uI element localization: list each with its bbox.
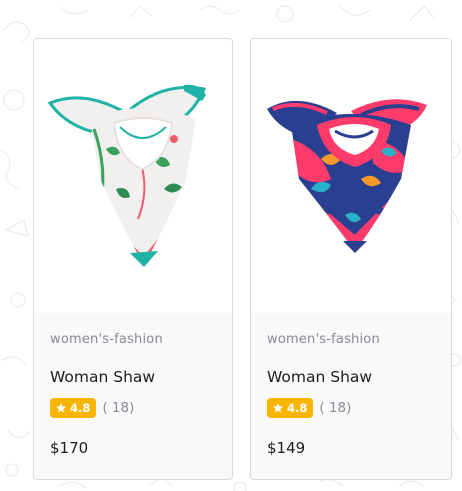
review-count: ( 18): [319, 399, 352, 416]
star-icon: [56, 402, 66, 412]
product-grid-page: women's-fashion Woman Shaw 4.8 ( 18) $17…: [0, 0, 462, 491]
review-count: ( 18): [102, 399, 135, 416]
rating-badge: 4.8: [267, 397, 314, 418]
rating-value: 4.8: [287, 400, 308, 415]
rating-badge: 4.8: [50, 397, 97, 418]
product-category: women's-fashion: [267, 332, 380, 347]
product-title[interactable]: Woman Shaw: [267, 368, 372, 386]
rating-row: 4.8 ( 18): [267, 397, 351, 418]
product-price: $170: [50, 439, 89, 457]
scarf-icon: [267, 99, 427, 253]
product-title[interactable]: Woman Shaw: [50, 368, 155, 386]
scarf-icon: [47, 84, 207, 267]
product-price: $149: [267, 439, 306, 457]
product-category: women's-fashion: [50, 332, 163, 347]
product-image[interactable]: [251, 39, 451, 313]
product-card[interactable]: women's-fashion Woman Shaw 4.8 ( 18) $14…: [250, 38, 452, 480]
rating-value: 4.8: [70, 400, 91, 415]
product-card[interactable]: women's-fashion Woman Shaw 4.8 ( 18) $17…: [33, 38, 233, 480]
product-image[interactable]: [34, 39, 232, 313]
star-icon: [273, 402, 283, 412]
rating-row: 4.8 ( 18): [50, 397, 134, 418]
